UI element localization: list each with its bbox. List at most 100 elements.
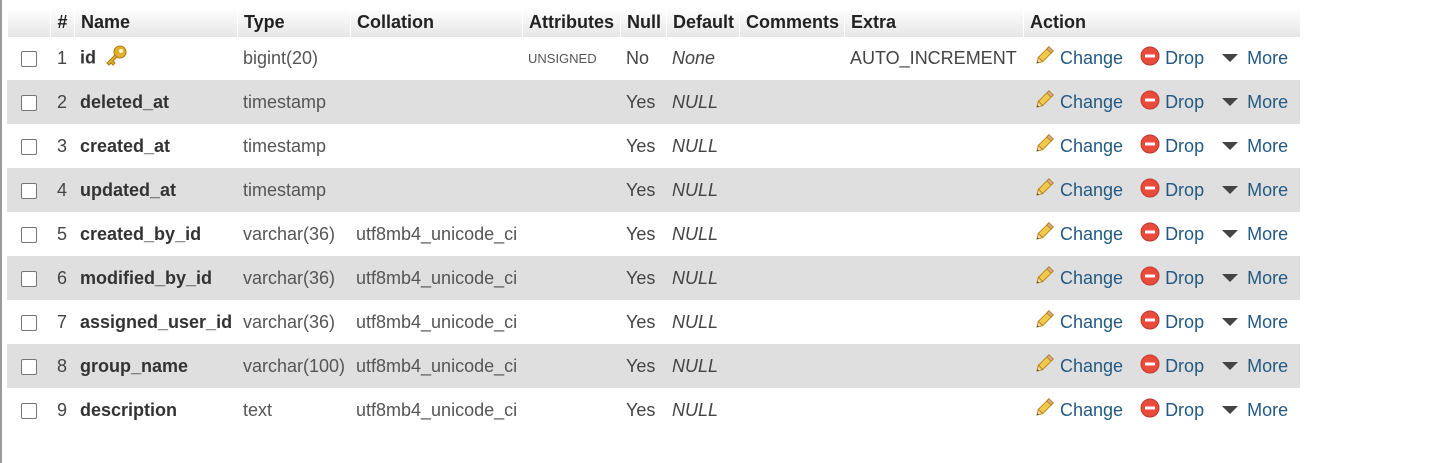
change-button[interactable]: Change [1033,309,1123,336]
header-null[interactable]: Null [620,8,666,37]
change-button[interactable]: Change [1033,221,1123,248]
column-null: Yes [620,212,666,256]
more-button[interactable]: More [1221,312,1288,333]
column-type: timestamp [237,168,350,212]
drop-button[interactable]: Drop [1140,134,1204,159]
column-name-cell: deleted_at [74,80,237,124]
column-null: Yes [620,124,666,168]
column-null: Yes [620,80,666,124]
more-button[interactable]: More [1221,268,1288,289]
triangle-down-icon [1221,136,1239,157]
column-type: varchar(36) [237,300,350,344]
more-button[interactable]: More [1221,92,1288,113]
column-attributes [522,212,620,256]
column-default: NULL [666,168,739,212]
column-comments [739,388,844,432]
change-label: Change [1060,135,1124,156]
column-extra [844,256,1023,300]
drop-label: Drop [1165,267,1205,288]
more-button[interactable]: More [1221,48,1288,69]
column-name-cell: created_at [74,124,237,168]
row-number: 8 [50,344,74,388]
more-label: More [1247,267,1289,288]
more-button[interactable]: More [1221,136,1288,157]
header-comments[interactable]: Comments [739,8,844,37]
change-button[interactable]: Change [1033,265,1123,292]
column-comments [739,344,844,388]
header-name[interactable]: Name [74,8,237,37]
change-label: Change [1060,399,1124,420]
structure-table: # Name Type Collation Attributes Null De… [7,8,1300,432]
more-button[interactable]: More [1221,400,1288,421]
drop-label: Drop [1165,399,1205,420]
change-button[interactable]: Change [1033,177,1123,204]
more-button[interactable]: More [1221,180,1288,201]
table-row: 2 deleted_at timestamp Yes NULL Change D… [7,80,1300,124]
header-collation[interactable]: Collation [350,8,522,37]
column-type: timestamp [237,80,350,124]
row-checkbox[interactable] [20,94,37,111]
drop-button[interactable]: Drop [1140,222,1204,247]
more-button[interactable]: More [1221,224,1288,245]
table-row: 7 assigned_user_id varchar(36) utf8mb4_u… [7,300,1300,344]
row-checkbox[interactable] [20,226,37,243]
drop-label: Drop [1165,311,1205,332]
header-attributes[interactable]: Attributes [522,8,620,37]
row-checkbox-cell [7,388,50,432]
column-collation: utf8mb4_unicode_ci [350,300,522,344]
more-label: More [1247,223,1289,244]
drop-circle-icon [1140,222,1160,247]
column-actions: Change Drop More [1023,124,1300,168]
table-body: 1 id bigint(20) UNSIGNED No None AUTO_IN… [7,37,1300,432]
column-extra [844,388,1023,432]
row-checkbox-cell [7,37,50,80]
change-button[interactable]: Change [1033,133,1123,160]
drop-button[interactable]: Drop [1140,398,1204,423]
change-button[interactable]: Change [1033,353,1123,380]
column-default: NULL [666,80,739,124]
key-icon [104,45,128,72]
column-default: NULL [666,124,739,168]
column-extra [844,212,1023,256]
column-null: Yes [620,388,666,432]
pencil-icon [1033,221,1055,248]
row-checkbox-cell [7,168,50,212]
row-number: 6 [50,256,74,300]
column-attributes [522,168,620,212]
column-type: bigint(20) [237,37,350,80]
drop-label: Drop [1165,91,1205,112]
header-default[interactable]: Default [666,8,739,37]
row-checkbox[interactable] [20,402,37,419]
header-action: Action [1023,8,1300,37]
drop-button[interactable]: Drop [1140,90,1204,115]
row-checkbox[interactable] [20,314,37,331]
column-attributes [522,300,620,344]
row-checkbox[interactable] [20,51,37,68]
row-checkbox-cell [7,212,50,256]
change-button[interactable]: Change [1033,397,1123,424]
column-attributes [522,344,620,388]
header-extra[interactable]: Extra [844,8,1023,37]
more-label: More [1247,48,1289,68]
row-checkbox[interactable] [20,270,37,287]
drop-circle-icon [1140,398,1160,423]
drop-button[interactable]: Drop [1140,310,1204,335]
drop-button[interactable]: Drop [1140,354,1204,379]
column-actions: Change Drop More [1023,212,1300,256]
change-button[interactable]: Change [1033,45,1123,72]
drop-circle-icon [1140,310,1160,335]
triangle-down-icon [1221,400,1239,421]
row-checkbox[interactable] [20,358,37,375]
column-collation [350,37,522,80]
drop-button[interactable]: Drop [1140,46,1204,71]
header-type[interactable]: Type [237,8,350,37]
pencil-icon [1033,353,1055,380]
row-checkbox[interactable] [20,138,37,155]
drop-button[interactable]: Drop [1140,178,1204,203]
change-button[interactable]: Change [1033,89,1123,116]
column-name: id [80,47,96,68]
drop-button[interactable]: Drop [1140,266,1204,291]
pencil-icon [1033,177,1055,204]
row-checkbox[interactable] [20,182,37,199]
more-button[interactable]: More [1221,356,1288,377]
